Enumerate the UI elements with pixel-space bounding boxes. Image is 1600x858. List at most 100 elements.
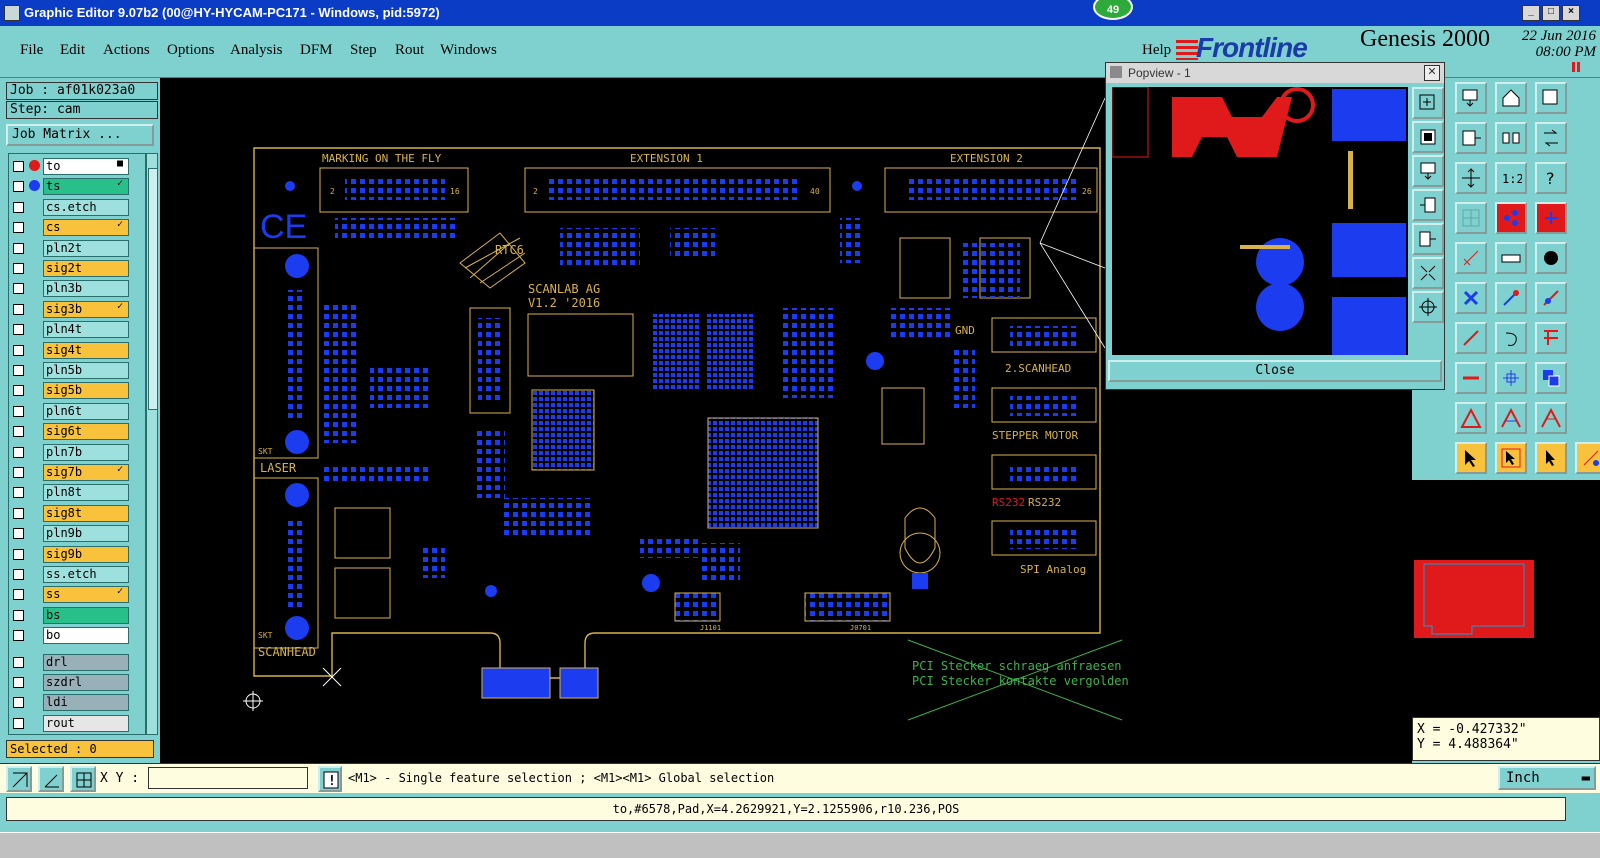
net-tool[interactable]: [1535, 202, 1567, 234]
layer-checkbox[interactable]: [13, 569, 24, 580]
layer-row[interactable]: pln7b: [9, 443, 145, 461]
layer-name[interactable]: bs: [43, 606, 129, 624]
layer-row[interactable]: sig8t: [9, 504, 145, 522]
layer-row[interactable]: sig9b: [9, 545, 145, 563]
maximize-button[interactable]: □: [1542, 5, 1560, 21]
menu-help[interactable]: Help: [1142, 42, 1171, 59]
connect-tool[interactable]: [1495, 282, 1527, 314]
layer-row[interactable]: pln5b: [9, 361, 145, 379]
layer-name[interactable]: cs.etch: [43, 198, 129, 216]
layer-checkbox[interactable]: [13, 697, 24, 709]
delete-tool[interactable]: [1455, 282, 1487, 314]
layer-name[interactable]: pln7b: [43, 443, 129, 461]
layer-checkbox[interactable]: [13, 528, 24, 540]
grid-tool[interactable]: [1455, 202, 1487, 234]
layer-name[interactable]: drl: [43, 653, 129, 671]
units-selector[interactable]: Inch ▬: [1498, 766, 1596, 790]
menu-dfm[interactable]: DFM: [300, 42, 333, 59]
layer-name[interactable]: ss.etch: [43, 566, 129, 583]
mirror-tool[interactable]: [1495, 122, 1527, 154]
copy-tool[interactable]: [1535, 362, 1567, 394]
layer-checkbox[interactable]: [13, 344, 24, 356]
layer-name[interactable]: ldi: [43, 694, 129, 712]
layer-checkbox[interactable]: [13, 446, 24, 458]
pad-tool[interactable]: [1535, 242, 1567, 274]
menu-step[interactable]: Step: [350, 42, 377, 59]
layer-row[interactable]: sig5b: [9, 381, 145, 400]
close-window-button[interactable]: ×: [1562, 5, 1580, 21]
layer-row[interactable]: pln8t: [9, 483, 145, 502]
horizontal-line-tool[interactable]: [1455, 362, 1487, 394]
layer-checkbox[interactable]: [13, 548, 24, 560]
layer-name[interactable]: sig2t: [43, 260, 129, 277]
zoom-in-tool[interactable]: [1412, 87, 1444, 119]
menu-windows[interactable]: Windows: [440, 42, 497, 59]
layer-name[interactable]: sig6t: [43, 423, 129, 441]
pan-left-tool[interactable]: [1412, 189, 1444, 221]
home-view-tool[interactable]: [1495, 82, 1527, 114]
layer-checkbox[interactable]: [13, 609, 24, 621]
layer-checkbox[interactable]: [13, 507, 24, 519]
layer-checkbox[interactable]: [13, 630, 24, 642]
layer-row[interactable]: ss ✓: [9, 585, 145, 604]
layer-row[interactable]: pln2t: [9, 239, 145, 257]
surface-tool[interactable]: [1535, 402, 1567, 434]
layer-row[interactable]: bs: [9, 606, 145, 624]
layer-list-scrollbar[interactable]: [146, 153, 158, 735]
layer-name[interactable]: pln9b: [43, 525, 129, 543]
scale-1to2-tool[interactable]: 1:2: [1495, 162, 1527, 194]
menu-file[interactable]: File: [20, 42, 43, 59]
extra-view-tool[interactable]: [1535, 82, 1567, 114]
layer-name[interactable]: sig8t: [43, 504, 129, 522]
menu-actions[interactable]: Actions: [103, 42, 150, 59]
layer-row[interactable]: ss.etch: [9, 565, 145, 583]
layer-row[interactable]: to ■: [9, 157, 145, 175]
redraw-tool[interactable]: [1535, 122, 1567, 154]
layer-row[interactable]: szdrl: [9, 673, 145, 691]
xy-input[interactable]: [148, 767, 308, 789]
popview-close-button[interactable]: Close: [1108, 360, 1442, 382]
layer-name[interactable]: rout: [43, 714, 129, 732]
menu-analysis[interactable]: Analysis: [230, 42, 283, 59]
select-tool[interactable]: [1455, 442, 1487, 474]
layer-name[interactable]: szdrl: [43, 674, 129, 691]
layer-name[interactable]: pln5b: [43, 362, 129, 379]
layer-checkbox[interactable]: [13, 201, 24, 213]
layer-row[interactable]: sig4t: [9, 341, 145, 359]
layer-checkbox[interactable]: [13, 717, 24, 729]
alert-icon[interactable]: !: [318, 766, 342, 792]
layer-checkbox[interactable]: [13, 487, 24, 499]
layer-row[interactable]: pln6t: [9, 402, 145, 420]
layer-checkbox[interactable]: [13, 283, 24, 295]
fit-tool[interactable]: [1412, 257, 1444, 289]
route-tool[interactable]: [1535, 282, 1567, 314]
layer-checkbox[interactable]: [13, 677, 24, 688]
layer-name[interactable]: sig5b: [43, 382, 129, 400]
center-tool[interactable]: [1412, 291, 1444, 323]
layer-checkbox[interactable]: [13, 242, 24, 254]
layer-row[interactable]: pln9b: [9, 524, 145, 543]
layer-checkbox[interactable]: [13, 324, 24, 336]
measure-tool[interactable]: [1455, 242, 1487, 274]
layer-name[interactable]: pln2t: [43, 239, 129, 257]
scrollbar-thumb[interactable]: [148, 168, 158, 410]
job-matrix-button[interactable]: Job Matrix ...: [6, 124, 154, 146]
move-view-tool[interactable]: [1455, 162, 1487, 194]
layer-row[interactable]: sig3b ✓: [9, 300, 145, 318]
zoom-home-tool[interactable]: [1412, 121, 1444, 153]
layer-row[interactable]: sig7b ✓: [9, 463, 145, 481]
stretch-tool[interactable]: [1495, 362, 1527, 394]
snap-angle-icon[interactable]: [38, 766, 64, 792]
menu-edit[interactable]: Edit: [60, 42, 85, 59]
layer-row[interactable]: pln4t: [9, 320, 145, 339]
undo-tool[interactable]: [1495, 322, 1527, 354]
select-move-tool[interactable]: [1495, 442, 1527, 474]
snap-grid-icon[interactable]: [6, 766, 32, 792]
minimize-button[interactable]: _: [1522, 5, 1540, 21]
pan-right-view-tool[interactable]: [1455, 122, 1487, 154]
layer-row[interactable]: sig2t: [9, 259, 145, 277]
line-tool[interactable]: [1455, 322, 1487, 354]
snap-tool[interactable]: [1495, 202, 1527, 234]
layer-row[interactable]: sig6t: [9, 422, 145, 441]
layer-checkbox[interactable]: [13, 467, 24, 478]
